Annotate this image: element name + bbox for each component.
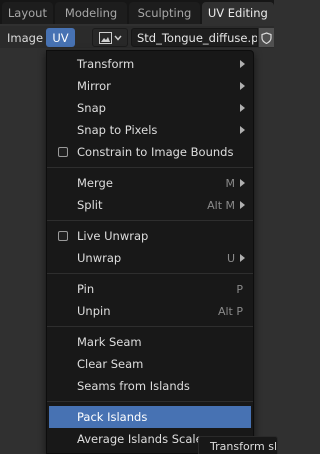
menu-item-pack-islands[interactable]: Pack Islands (49, 406, 251, 428)
menu-separator (47, 273, 253, 274)
menu-separator (47, 220, 253, 221)
menu-item-label: Unwrap (77, 251, 122, 265)
menu-item-merge[interactable]: Merge M (47, 172, 253, 194)
submenu-arrow-icon (240, 201, 245, 209)
tab-layout[interactable]: Layout (2, 2, 53, 24)
menu-item-split[interactable]: Split Alt M (47, 194, 253, 216)
chevron-down-icon (113, 35, 122, 41)
shortcut-label: M (225, 176, 236, 190)
tab-uv-editing[interactable]: UV Editing (201, 2, 275, 24)
submenu-arrow-icon (240, 60, 245, 68)
menu-item-label: Live Unwrap (77, 229, 149, 243)
tab-sculpting[interactable]: Sculpting (129, 2, 200, 24)
menu-item-seams-from-islands[interactable]: Seams from Islands (47, 375, 253, 397)
browse-image-button[interactable] (92, 28, 128, 47)
submenu-arrow-icon (240, 104, 245, 112)
menu-item-unpin[interactable]: Unpin Alt P (47, 300, 253, 322)
shortcut-label: Alt M (207, 198, 235, 212)
menu-item-mirror[interactable]: Mirror (47, 75, 253, 97)
submenu-arrow-icon (240, 179, 245, 187)
uv-menu[interactable]: UV (46, 28, 75, 47)
menu-separator (47, 167, 253, 168)
menu-item-label: Mirror (77, 79, 111, 93)
tooltip: Transform sl (198, 436, 278, 454)
menu-item-label: Merge (77, 176, 113, 190)
uv-dropdown-menu: Transform Mirror Snap Snap to Pixels Con… (46, 50, 254, 454)
shield-icon (261, 31, 272, 44)
tab-modeling[interactable]: Modeling (54, 2, 128, 24)
menu-item-unwrap[interactable]: Unwrap U (47, 247, 253, 269)
fake-user-button[interactable] (259, 28, 274, 47)
shortcut-label: U (226, 251, 235, 265)
checkbox[interactable] (58, 231, 68, 241)
menu-item-constrain-to-image-bounds[interactable]: Constrain to Image Bounds (47, 141, 253, 163)
menu-item-label: Seams from Islands (77, 379, 190, 393)
workspace-tabs: Layout Modeling Sculpting UV Editing (0, 0, 275, 24)
menu-item-snap[interactable]: Snap (47, 97, 253, 119)
image-menu[interactable]: Image (3, 28, 47, 47)
menu-item-label: Snap to Pixels (77, 123, 158, 137)
menu-separator (47, 326, 253, 327)
submenu-arrow-icon (240, 82, 245, 90)
checkbox[interactable] (58, 147, 68, 157)
menu-item-label: Split (77, 198, 103, 212)
menu-item-label: Pack Islands (77, 410, 148, 424)
menu-item-clear-seam[interactable]: Clear Seam (47, 353, 253, 375)
menu-item-label: Clear Seam (77, 357, 144, 371)
menu-item-snap-to-pixels[interactable]: Snap to Pixels (47, 119, 253, 141)
menu-item-label: Transform (77, 57, 135, 71)
menu-item-label: Constrain to Image Bounds (77, 145, 234, 159)
menu-item-transform[interactable]: Transform (47, 53, 253, 75)
menu-item-label: Unpin (77, 304, 111, 318)
submenu-arrow-icon (240, 126, 245, 134)
menu-item-pin[interactable]: Pin P (47, 278, 253, 300)
menu-separator (47, 401, 253, 402)
menu-item-label: Snap (77, 101, 106, 115)
menu-item-label: Mark Seam (77, 335, 142, 349)
menu-item-mark-seam[interactable]: Mark Seam (47, 331, 253, 353)
menu-item-label: Average Islands Scale (77, 432, 203, 446)
image-name-field[interactable]: Std_Tongue_diffuse.png (131, 28, 258, 47)
shortcut-label: P (236, 282, 243, 296)
image-icon (98, 31, 112, 44)
editor-header: Image UV Std_Tongue_diffuse.png (0, 26, 274, 48)
submenu-arrow-icon (240, 254, 245, 262)
menu-item-label: Pin (77, 282, 95, 296)
menu-item-live-unwrap[interactable]: Live Unwrap (47, 225, 253, 247)
shortcut-label: Alt P (217, 304, 243, 318)
